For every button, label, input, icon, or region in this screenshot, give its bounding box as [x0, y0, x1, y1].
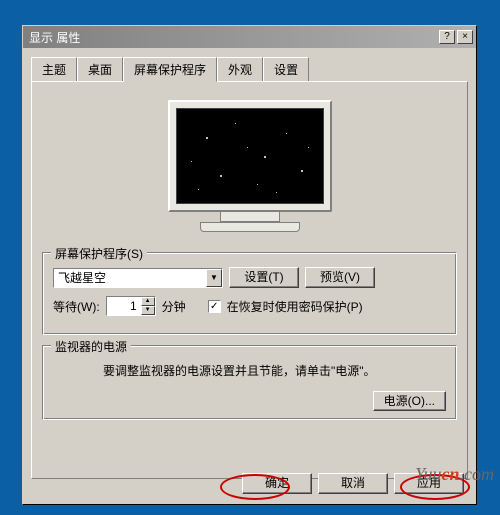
- monitor-power-group: 监视器的电源 要调整监视器的电源设置并且节能，请单击"电源"。 电源(O)...: [42, 345, 457, 420]
- power-description: 要调整监视器的电源设置并且节能，请单击"电源"。: [53, 360, 446, 388]
- tab-desktop[interactable]: 桌面: [77, 57, 123, 82]
- wait-unit: 分钟: [162, 298, 186, 315]
- chevron-down-icon[interactable]: ▼: [206, 269, 222, 287]
- tab-panel: 屏幕保护程序(S) 飞越星空 ▼ 设置(T) 预览(V) 等待(W): 1 ▲ …: [31, 81, 468, 479]
- monitor-frame: [168, 100, 332, 212]
- cancel-button[interactable]: 取消: [318, 473, 388, 494]
- close-button[interactable]: ×: [457, 30, 473, 44]
- power-button[interactable]: 电源(O)...: [373, 391, 446, 411]
- screensaver-preview-button[interactable]: 预览(V): [305, 267, 375, 288]
- help-button[interactable]: ?: [439, 30, 455, 44]
- tab-theme[interactable]: 主题: [31, 57, 77, 82]
- tab-screensaver[interactable]: 屏幕保护程序: [123, 57, 217, 82]
- window-title: 显示 属性: [26, 29, 437, 46]
- titlebar[interactable]: 显示 属性 ? ×: [23, 26, 476, 48]
- screensaver-selected: 飞越星空: [54, 269, 206, 286]
- monitor-stand: [220, 212, 280, 222]
- monitor-preview: [168, 100, 332, 240]
- monitor-base: [200, 222, 300, 232]
- spin-up-icon[interactable]: ▲: [141, 297, 155, 306]
- spin-down-icon[interactable]: ▼: [141, 306, 155, 315]
- wait-spinner[interactable]: 1 ▲ ▼: [106, 296, 156, 316]
- screensaver-settings-button[interactable]: 设置(T): [229, 267, 299, 288]
- tab-appearance[interactable]: 外观: [217, 57, 263, 82]
- resume-password-checkbox[interactable]: ✓: [208, 300, 221, 313]
- display-properties-window: 显示 属性 ? × 主题 桌面 屏幕保护程序 外观 设置: [22, 25, 477, 505]
- watermark: Yuucn.com: [415, 464, 494, 485]
- screensaver-group: 屏幕保护程序(S) 飞越星空 ▼ 设置(T) 预览(V) 等待(W): 1 ▲ …: [42, 252, 457, 335]
- ok-button[interactable]: 确定: [242, 473, 312, 494]
- wait-label: 等待(W):: [53, 298, 100, 315]
- screensaver-group-label: 屏幕保护程序(S): [51, 245, 147, 262]
- resume-password-label: 在恢复时使用密码保护(P): [227, 298, 363, 315]
- tabs: 主题 桌面 屏幕保护程序 外观 设置: [31, 56, 468, 81]
- tab-settings[interactable]: 设置: [263, 57, 309, 82]
- monitor-power-group-label: 监视器的电源: [51, 338, 131, 355]
- screensaver-select[interactable]: 飞越星空 ▼: [53, 268, 223, 288]
- wait-value: 1: [107, 299, 141, 313]
- screensaver-preview: [176, 108, 324, 204]
